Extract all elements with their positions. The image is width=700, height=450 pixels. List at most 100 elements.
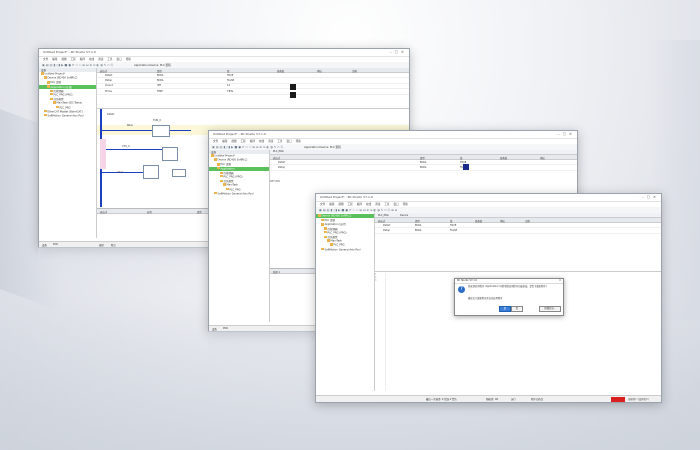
menu-item[interactable]: 窗口 [394,203,399,206]
col-application: 应用 [147,210,152,214]
menu-item[interactable]: 在线 [259,140,264,143]
col-type: 类型 [420,156,425,160]
tree-node-label: MainTask (IEC-Tasks) [56,101,83,105]
tab-pou[interactable]: POU [223,327,228,330]
col-expression: 表达式 [100,210,108,214]
folder-icon [220,179,223,183]
cell-value: T#5s [227,89,234,93]
tree-node[interactable]: SoftMotion General Axis Pool [39,113,96,118]
col-value: 值 [227,69,230,73]
run-status: 运行 [511,398,516,401]
function-block[interactable] [143,165,159,179]
table-row[interactable]: bStopBOOLFALSE [375,228,661,234]
menu-item[interactable]: 工具 [277,140,282,143]
toolbar-icons[interactable]: ▣▤▥◧◨▶■●⟳⇨⇦⊞⊟⊕⊖◐◑✎✂⎘⊞⊟ [319,208,398,212]
cell-type: BOOL [157,78,164,82]
menu-item[interactable]: 工程 [348,203,353,206]
tab-plc-prg[interactable]: PLC_PRG [378,214,389,217]
tree-node-label: PLC_PRG [229,187,241,191]
status-bar: 最后一次编译: 0 错误 0 警告 预编译: OK 运行 程序已修改 当前用户:… [316,395,661,402]
toolbar-icons[interactable]: ▣▤▥◧◨▶■●⟳⇨⇦⊞⊟⊕⊖◐◑✎✂⎘ [42,63,114,67]
menu-item[interactable]: 帮助 [126,58,131,61]
rung-wire [101,130,191,131]
menu-item[interactable]: 编译 [250,140,255,143]
tab-pou[interactable]: POU [53,243,58,246]
yes-button[interactable]: 是 [499,306,511,312]
cell-expr: bStart [105,73,113,77]
confirm-dialog: RC Studio V7.1.0 ✕ ? 登录到应用程序 'Applicatio… [454,278,564,316]
folder-icon [223,183,226,186]
menu-item[interactable]: 编辑 [222,140,227,143]
folder-icon [318,214,321,217]
cell-type: BOOL [415,228,422,232]
menu-item[interactable]: 编辑 [329,203,334,206]
table-row[interactable]: tTime TIME T#5s [97,89,409,95]
menu-item[interactable]: 视图 [338,203,343,206]
folder-icon [56,105,59,108]
table-row[interactable]: bStopBOOLFALSE [270,165,577,171]
tree-node[interactable]: SoftMotion General Axis Pool [316,247,374,252]
folder-icon [47,85,50,88]
details-button[interactable]: 详细信息... [539,306,561,312]
menu-item[interactable]: 编译 [357,203,362,206]
menu-item[interactable]: 视图 [231,140,236,143]
cell-value: FALSE [450,228,458,232]
menu-item[interactable]: 窗口 [287,140,292,143]
tree-node-label: SoftMotion General Axis Pool [47,114,84,118]
tree-node-label: MainTask [226,183,238,187]
menu-item[interactable]: 调试 [375,203,380,206]
folder-icon [321,247,324,250]
menu-item[interactable]: 工程 [241,140,246,143]
cell-expr: tTime [105,89,112,93]
menu-item[interactable]: 帮助 [403,203,408,206]
tree-node-label: SoftMotion General Axis Pool [217,191,254,195]
menu-item[interactable]: 工程 [71,58,76,61]
tree-node-label: Untitled Project* [214,154,236,158]
dialog-message: 登录到应用程序 'Application' 时检测到应用程序已被修改，是否下载新… [468,285,548,288]
function-block[interactable] [162,147,178,161]
precompile-status: 预编译: OK [486,398,499,401]
folder-icon [50,97,53,101]
ladder-label: xOut [117,171,123,174]
menu-item[interactable]: 帮助 [296,140,301,143]
tree-node[interactable]: SoftMotion General Axis Pool [209,191,269,196]
menu-item[interactable]: 编译 [80,58,85,61]
menu-item[interactable]: 编辑 [52,58,57,61]
cell-value: 12 [227,84,231,88]
close-icon[interactable]: ✕ [559,279,561,282]
rung-wire [101,149,171,150]
menu-item[interactable]: 工具 [107,58,112,61]
menu-item[interactable]: 调试 [98,58,103,61]
menu-item[interactable]: 窗口 [117,58,122,61]
window-controls[interactable]: –□✕ [390,50,407,54]
tree-node-label: Application [220,166,235,170]
menu-item[interactable]: 视图 [61,58,66,61]
tree-node-label: SoftMotion General Axis Pool [324,247,361,251]
col-value: 值 [460,156,463,160]
menu-item[interactable]: 在线 [366,203,371,206]
splitter[interactable] [375,271,661,272]
toolbar-icons[interactable]: ▣▤▥◧◨▶■●⟳⇨⇦⊞⊟⊕⊖◐◑✎✂⎘ [212,145,284,149]
cell-type: BOOL [157,73,164,77]
function-block[interactable] [172,169,186,177]
menu-item[interactable]: 文件 [43,58,48,61]
menu-item[interactable]: 调试 [268,140,273,143]
menu-item[interactable]: 在线 [89,58,94,61]
menu-item[interactable]: 文件 [213,140,218,143]
folder-icon [324,235,327,239]
tree-node-label: EtherCAT Master (EtherCAT) [47,109,83,113]
cell-expr: bStart [278,160,286,164]
menu-item[interactable]: 文件 [320,203,325,206]
menu-item[interactable]: 工具 [384,203,389,206]
no-button[interactable]: 否 [511,306,523,312]
folder-icon [220,174,223,178]
window-controls[interactable]: –□✕ [558,132,575,136]
function-block[interactable] [152,125,170,137]
window-controls[interactable]: –□✕ [642,195,659,199]
cell-value: FALSE [227,78,235,82]
tab-device[interactable]: Device [400,214,408,217]
col-prepared: 准备值 [475,219,483,223]
error-indicator [611,396,625,402]
folder-icon [217,163,220,166]
folder-icon [327,239,330,242]
